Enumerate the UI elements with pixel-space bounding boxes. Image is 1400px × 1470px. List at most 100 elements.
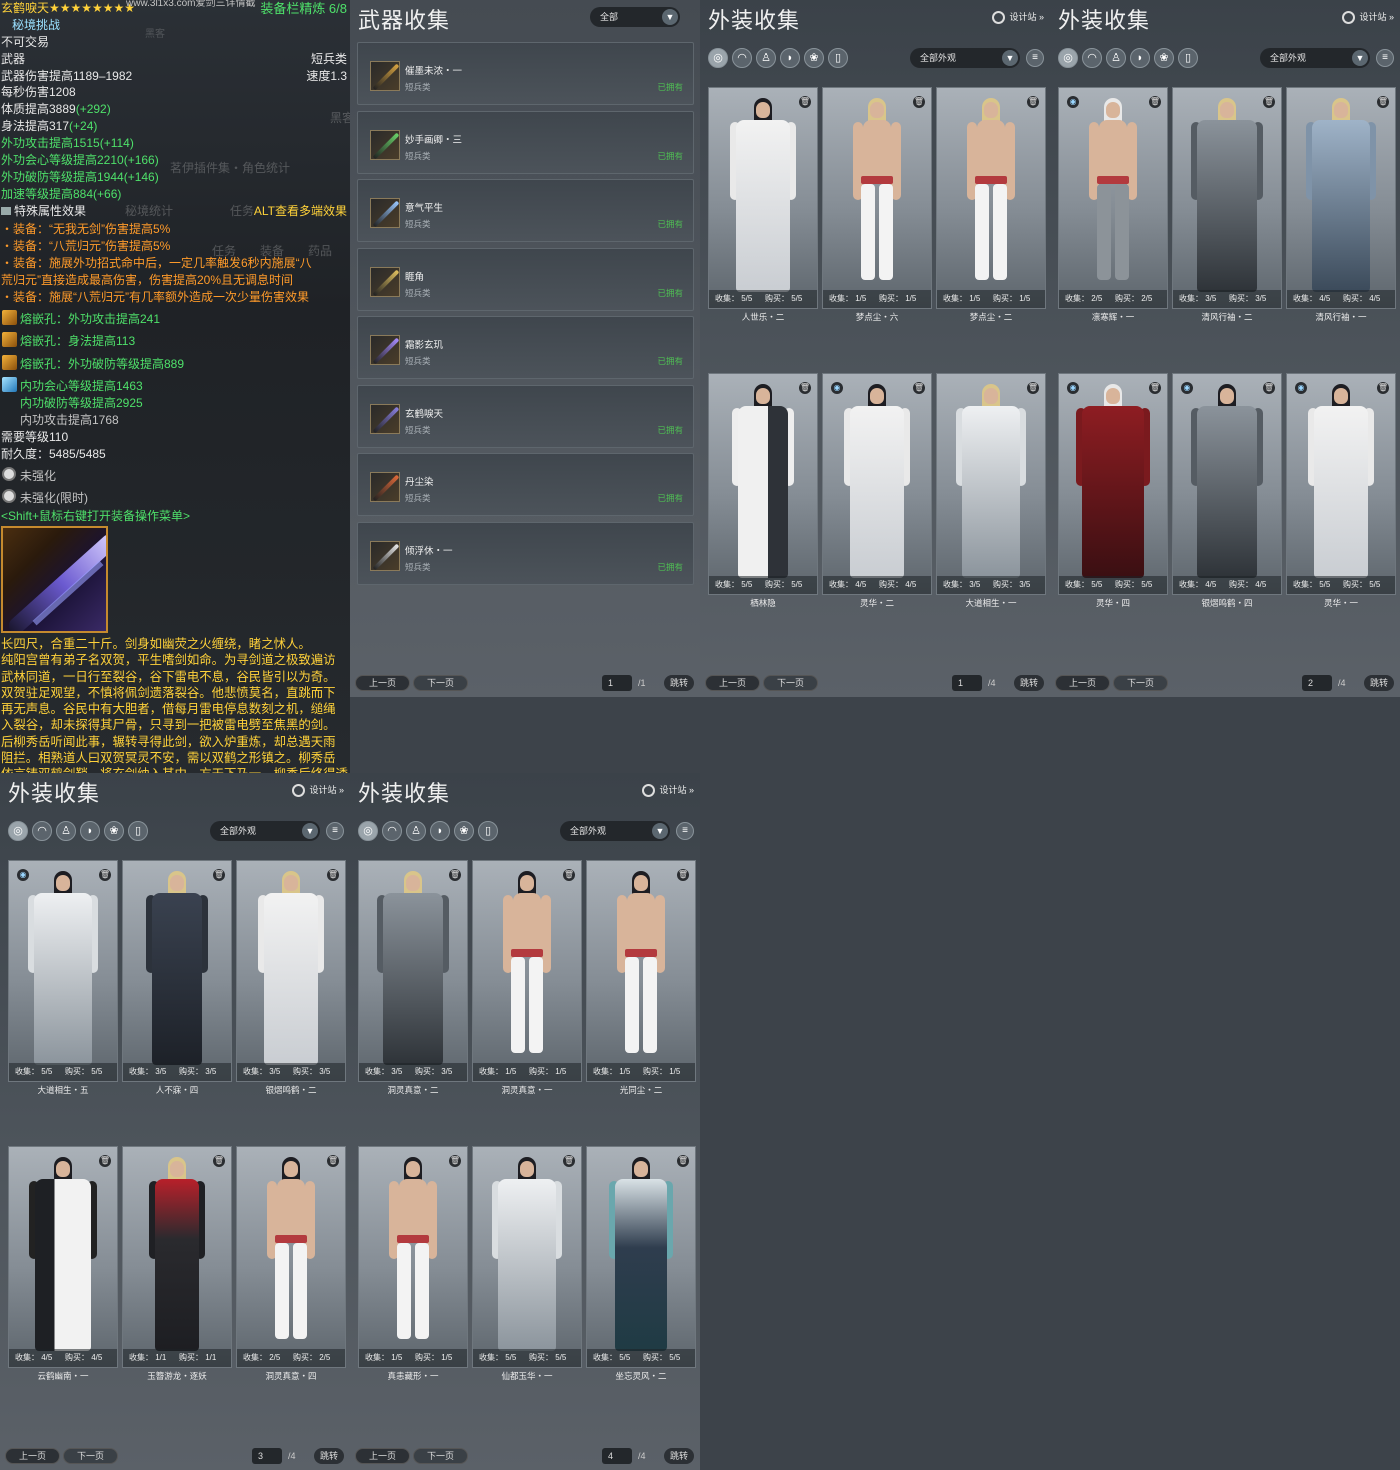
designer-link[interactable]: 设计站 » bbox=[642, 783, 694, 798]
outfit-card[interactable]: ◉ 🗑 收集： 5/5 购买： 5/5 bbox=[1286, 373, 1396, 595]
trash-icon[interactable]: 🗑 bbox=[449, 1155, 461, 1167]
tab-back-icon[interactable]: ▯ bbox=[828, 48, 848, 68]
trash-icon[interactable]: 🗑 bbox=[913, 96, 925, 108]
outfit-card[interactable]: 🗑 收集： 3/5 购买： 3/5 bbox=[236, 860, 346, 1082]
trash-icon[interactable]: 🗑 bbox=[677, 869, 689, 881]
list-settings-icon[interactable]: ≡ bbox=[1026, 49, 1044, 67]
tab-cape-icon[interactable]: ◗ bbox=[430, 821, 450, 841]
outfit-card[interactable]: 🗑 收集： 4/5 购买： 4/5 bbox=[1286, 87, 1396, 309]
outfit-card[interactable]: 🗑 收集： 5/5 购买： 5/5 bbox=[708, 373, 818, 595]
prev-page-button[interactable]: 上一页 bbox=[1055, 675, 1110, 691]
next-page-button[interactable]: 下一页 bbox=[1113, 675, 1168, 691]
next-page-button[interactable]: 下一页 bbox=[763, 675, 818, 691]
weapon-list-item[interactable]: 催墨未浓・一 短兵类 已拥有 bbox=[357, 42, 694, 105]
weapon-list-item[interactable]: 玄鹤唳天 短兵类 已拥有 bbox=[357, 384, 694, 448]
tab-outfit-icon[interactable]: ♙ bbox=[406, 821, 426, 841]
weapon-list-item[interactable]: 丹尘染 短兵类 已拥有 bbox=[357, 453, 694, 516]
jump-button[interactable]: 跳转 bbox=[314, 1448, 344, 1464]
page-input[interactable]: 1 bbox=[602, 675, 632, 691]
trash-icon[interactable]: 🗑 bbox=[799, 382, 811, 394]
weapon-list-item[interactable]: 倾浮休・一 短兵类 已拥有 bbox=[357, 521, 694, 585]
list-settings-icon[interactable]: ≡ bbox=[1376, 49, 1394, 67]
list-settings-icon[interactable]: ≡ bbox=[676, 822, 694, 840]
trash-icon[interactable]: 🗑 bbox=[1149, 382, 1161, 394]
list-settings-icon[interactable]: ≡ bbox=[326, 822, 344, 840]
tab-hat-icon[interactable]: ◠ bbox=[32, 821, 52, 841]
trash-icon[interactable]: 🗑 bbox=[1149, 96, 1161, 108]
outfit-card[interactable]: 🗑 收集： 1/1 购买： 1/1 bbox=[122, 1146, 232, 1368]
outfit-card[interactable]: 🗑 收集： 1/5 购买： 1/5 bbox=[586, 860, 696, 1082]
trash-icon[interactable]: 🗑 bbox=[799, 96, 811, 108]
tab-hat-icon[interactable]: ◠ bbox=[382, 821, 402, 841]
filter-dropdown[interactable]: 全部外观 ▼ bbox=[910, 48, 1020, 68]
tab-back-icon[interactable]: ▯ bbox=[128, 821, 148, 841]
trash-icon[interactable]: 🗑 bbox=[449, 869, 461, 881]
jump-button[interactable]: 跳转 bbox=[664, 675, 694, 691]
trash-icon[interactable]: 🗑 bbox=[213, 1155, 225, 1167]
outfit-card[interactable]: 🗑 收集： 3/5 购买： 3/5 bbox=[936, 373, 1046, 595]
tab-outfit-icon[interactable]: ♙ bbox=[1106, 48, 1126, 68]
filter-dropdown[interactable]: 全部外观 ▼ bbox=[210, 821, 320, 841]
trash-icon[interactable]: 🗑 bbox=[677, 1155, 689, 1167]
trash-icon[interactable]: 🗑 bbox=[563, 869, 575, 881]
trash-icon[interactable]: 🗑 bbox=[99, 869, 111, 881]
filter-dropdown[interactable]: 全部外观 ▼ bbox=[560, 821, 670, 841]
tab-all-icon[interactable]: ◎ bbox=[708, 48, 728, 68]
tab-cape-icon[interactable]: ◗ bbox=[780, 48, 800, 68]
outfit-card[interactable]: 🗑 收集： 1/5 购买： 1/5 bbox=[358, 1146, 468, 1368]
trash-icon[interactable]: 🗑 bbox=[1263, 382, 1275, 394]
next-page-button[interactable]: 下一页 bbox=[413, 675, 468, 691]
next-page-button[interactable]: 下一页 bbox=[63, 1448, 118, 1464]
trash-icon[interactable]: 🗑 bbox=[1027, 382, 1039, 394]
filter-dropdown[interactable]: 全部外观 ▼ bbox=[1260, 48, 1370, 68]
outfit-card[interactable]: ◉ 🗑 收集： 2/5 购买： 2/5 bbox=[1058, 87, 1168, 309]
next-page-button[interactable]: 下一页 bbox=[413, 1448, 468, 1464]
prev-page-button[interactable]: 上一页 bbox=[705, 675, 760, 691]
outfit-card[interactable]: ◉ 🗑 收集： 4/5 购买： 4/5 bbox=[1172, 373, 1282, 595]
prev-page-button[interactable]: 上一页 bbox=[355, 1448, 410, 1464]
designer-link[interactable]: 设计站 » bbox=[1342, 10, 1394, 25]
weapon-list-item[interactable]: 妙手画卿・三 短兵类 已拥有 bbox=[357, 110, 694, 174]
trash-icon[interactable]: 🗑 bbox=[1377, 96, 1389, 108]
trash-icon[interactable]: 🗑 bbox=[327, 1155, 339, 1167]
outfit-card[interactable]: 🗑 收集： 1/5 购买： 1/5 bbox=[822, 87, 932, 309]
jump-button[interactable]: 跳转 bbox=[664, 1448, 694, 1464]
tab-hat-icon[interactable]: ◠ bbox=[732, 48, 752, 68]
filter-dropdown[interactable]: 全部 ▼ bbox=[590, 7, 680, 27]
tab-hair-icon[interactable]: ❀ bbox=[454, 821, 474, 841]
outfit-card[interactable]: 🗑 收集： 5/5 购买： 5/5 bbox=[472, 1146, 582, 1368]
prev-page-button[interactable]: 上一页 bbox=[5, 1448, 60, 1464]
trash-icon[interactable]: 🗑 bbox=[1027, 96, 1039, 108]
weapon-list-item[interactable]: 睚角 短兵类 已拥有 bbox=[357, 247, 694, 311]
tab-cape-icon[interactable]: ◗ bbox=[80, 821, 100, 841]
outfit-card[interactable]: 🗑 收集： 5/5 购买： 5/5 bbox=[708, 87, 818, 309]
trash-icon[interactable]: 🗑 bbox=[913, 382, 925, 394]
jump-button[interactable]: 跳转 bbox=[1014, 675, 1044, 691]
tab-outfit-icon[interactable]: ♙ bbox=[56, 821, 76, 841]
tab-hat-icon[interactable]: ◠ bbox=[1082, 48, 1102, 68]
tab-back-icon[interactable]: ▯ bbox=[1178, 48, 1198, 68]
tab-all-icon[interactable]: ◎ bbox=[1058, 48, 1078, 68]
tab-all-icon[interactable]: ◎ bbox=[8, 821, 28, 841]
tab-all-icon[interactable]: ◎ bbox=[358, 821, 378, 841]
outfit-card[interactable]: 🗑 收集： 1/5 购买： 1/5 bbox=[936, 87, 1046, 309]
outfit-card[interactable]: 🗑 收集： 3/5 购买： 3/5 bbox=[358, 860, 468, 1082]
trash-icon[interactable]: 🗑 bbox=[99, 1155, 111, 1167]
trash-icon[interactable]: 🗑 bbox=[213, 869, 225, 881]
tab-hair-icon[interactable]: ❀ bbox=[104, 821, 124, 841]
page-input[interactable]: 3 bbox=[252, 1448, 282, 1464]
trash-icon[interactable]: 🗑 bbox=[327, 869, 339, 881]
outfit-card[interactable]: 🗑 收集： 4/5 购买： 4/5 bbox=[8, 1146, 118, 1368]
page-input[interactable]: 2 bbox=[1302, 675, 1332, 691]
outfit-card[interactable]: ◉ 🗑 收集： 5/5 购买： 5/5 bbox=[8, 860, 118, 1082]
outfit-card[interactable]: 🗑 收集： 3/5 购买： 3/5 bbox=[1172, 87, 1282, 309]
trash-icon[interactable]: 🗑 bbox=[563, 1155, 575, 1167]
tab-back-icon[interactable]: ▯ bbox=[478, 821, 498, 841]
designer-link[interactable]: 设计站 » bbox=[292, 783, 344, 798]
outfit-card[interactable]: 🗑 收集： 2/5 购买： 2/5 bbox=[236, 1146, 346, 1368]
prev-page-button[interactable]: 上一页 bbox=[355, 675, 410, 691]
page-input[interactable]: 4 bbox=[602, 1448, 632, 1464]
tab-hair-icon[interactable]: ❀ bbox=[1154, 48, 1174, 68]
page-input[interactable]: 1 bbox=[952, 675, 982, 691]
jump-button[interactable]: 跳转 bbox=[1364, 675, 1394, 691]
